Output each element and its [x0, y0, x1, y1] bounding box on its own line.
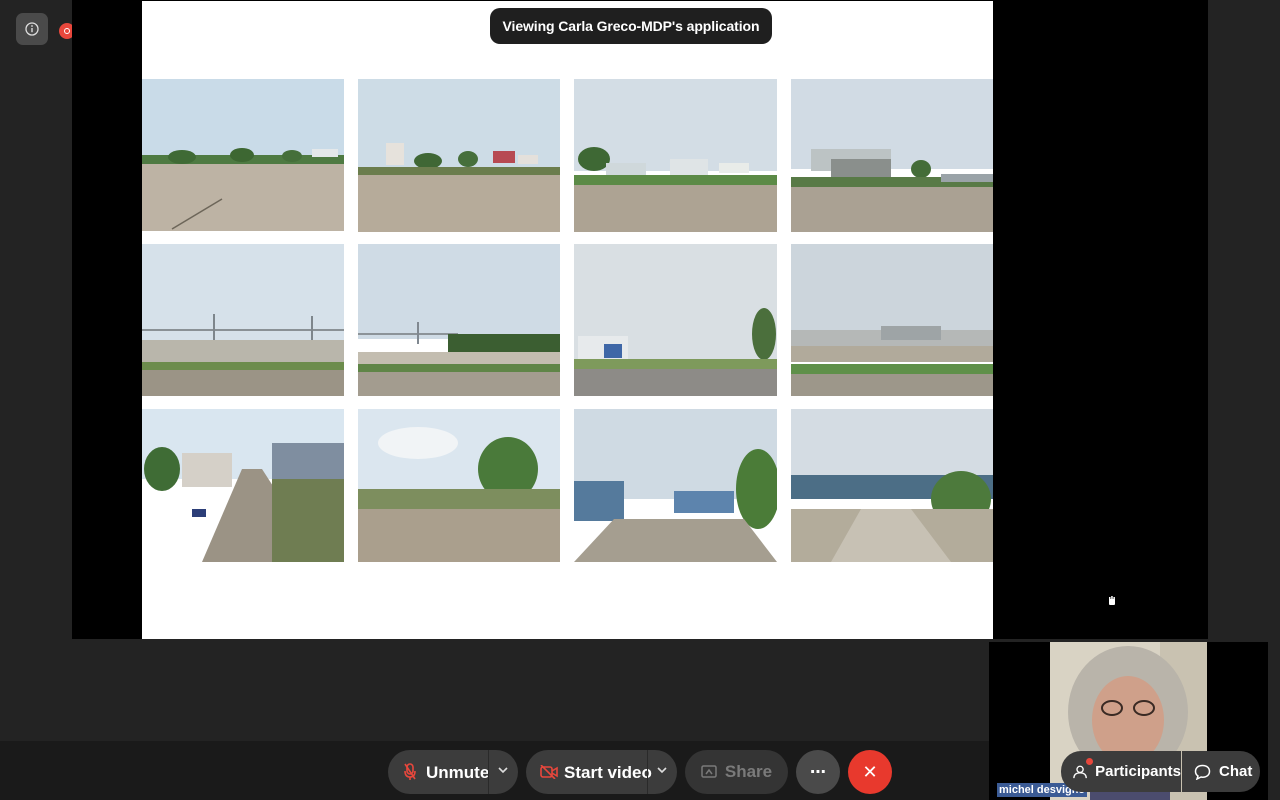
viewing-banner: Viewing Carla Greco-MDP's application — [490, 8, 772, 44]
start-video-label: Start video — [564, 763, 652, 782]
participants-icon — [1073, 765, 1087, 778]
photo-river-3 — [574, 79, 777, 232]
hand-cursor-icon — [1109, 596, 1115, 605]
photo-street-3 — [574, 409, 777, 562]
camera-off-icon — [540, 765, 558, 779]
more-icon: ⋯ — [810, 764, 826, 781]
photo-river-1 — [142, 79, 344, 231]
shared-slide — [142, 1, 993, 639]
photo-street-4 — [791, 409, 993, 562]
photo-bridge-1 — [142, 244, 344, 396]
chevron-down-icon[interactable] — [498, 766, 508, 774]
photo-bridge-2 — [358, 244, 560, 396]
info-icon — [25, 22, 39, 36]
chat-button[interactable]: Chat — [1182, 751, 1260, 792]
share-button[interactable]: Share — [685, 750, 788, 794]
notification-dot — [1086, 758, 1093, 765]
meeting-window: Viewing Carla Greco-MDP's application mi… — [0, 0, 1280, 800]
chat-label: Chat — [1219, 763, 1253, 780]
photo-street-1 — [142, 409, 344, 562]
unmute-label: Unmute — [426, 763, 490, 782]
participants-label: Participants — [1095, 763, 1181, 780]
share-screen-icon — [701, 765, 717, 778]
meeting-info-button[interactable] — [16, 13, 48, 45]
photo-river-2 — [358, 79, 560, 232]
photo-river-4 — [791, 79, 993, 232]
start-video-button[interactable]: Start video — [526, 750, 677, 794]
photo-road-2 — [791, 244, 993, 396]
photo-street-2 — [358, 409, 560, 562]
mic-off-icon — [404, 763, 416, 780]
share-label: Share — [724, 762, 773, 781]
unmute-button[interactable]: Unmute — [388, 750, 518, 794]
chevron-down-icon[interactable] — [657, 766, 667, 774]
participants-button[interactable]: Participants — [1061, 751, 1181, 792]
more-options-button[interactable]: ⋯ — [796, 750, 840, 794]
photo-road-1 — [574, 244, 777, 396]
chat-icon — [1194, 764, 1211, 780]
leave-icon: ✕ — [862, 761, 878, 782]
leave-meeting-button[interactable]: ✕ — [848, 750, 892, 794]
